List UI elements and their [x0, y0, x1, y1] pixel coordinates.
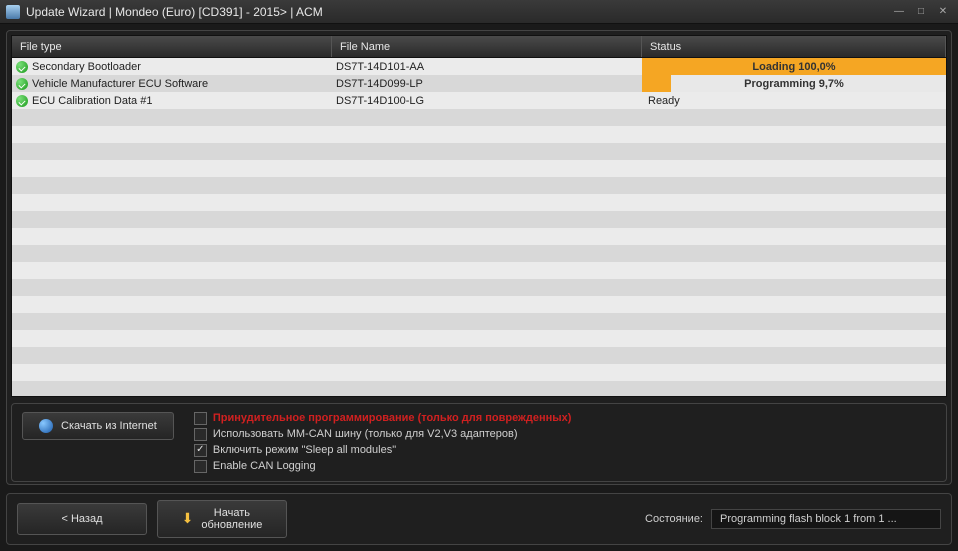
- start-update-line2: обновление: [201, 519, 262, 531]
- cell-status: Loading 100,0%: [642, 58, 946, 75]
- cell-filename: DS7T-14D099-LP: [332, 75, 642, 92]
- start-update-line1: Начать: [214, 507, 250, 519]
- back-button-label: < Назад: [62, 513, 103, 525]
- cell-filetype: Secondary Bootloader: [12, 58, 332, 75]
- options-panel: Скачать из Internet Принудительное прогр…: [11, 403, 947, 482]
- window-title: Update Wizard | Mondeo (Euro) [CD391] - …: [26, 5, 890, 19]
- check-icon: [16, 78, 28, 90]
- check-icon: [16, 95, 28, 107]
- table-row[interactable]: ECU Calibration Data #1DS7T-14D100-LGRea…: [12, 92, 946, 109]
- option-row: Enable CAN Logging: [194, 460, 572, 473]
- cell-status: Programming 9,7%: [642, 75, 946, 92]
- header-status[interactable]: Status: [642, 36, 946, 57]
- titlebar: Update Wizard | Mondeo (Euro) [CD391] - …: [0, 0, 958, 24]
- cell-filetype: Vehicle Manufacturer ECU Software: [12, 75, 332, 92]
- option-label: Включить режим "Sleep all modules": [213, 444, 396, 456]
- download-internet-label: Скачать из Internet: [61, 420, 157, 432]
- option-row: Принудительное программирование (только …: [194, 412, 572, 425]
- start-update-button[interactable]: ⬇ Начать обновление: [157, 500, 287, 538]
- option-row: Использовать MM-CAN шину (только для V2,…: [194, 428, 572, 441]
- maximize-button[interactable]: □: [912, 5, 930, 19]
- cell-filename: DS7T-14D101-AA: [332, 58, 642, 75]
- cell-filetype: ECU Calibration Data #1: [12, 92, 332, 109]
- option-checkbox[interactable]: [194, 444, 207, 457]
- cell-filename: DS7T-14D100-LG: [332, 92, 642, 109]
- app-icon: [6, 5, 20, 19]
- option-label: Enable CAN Logging: [213, 460, 316, 472]
- cell-status: Ready: [642, 92, 946, 109]
- back-button[interactable]: < Назад: [17, 503, 147, 535]
- header-filetype[interactable]: File type: [12, 36, 332, 57]
- status-label: Состояние:: [645, 513, 703, 525]
- close-button[interactable]: ✕: [934, 5, 952, 19]
- option-row: Включить режим "Sleep all modules": [194, 444, 572, 457]
- check-icon: [16, 61, 28, 73]
- status-field: Programming flash block 1 from 1 ...: [711, 509, 941, 529]
- header-filename[interactable]: File Name: [332, 36, 642, 57]
- minimize-button[interactable]: —: [890, 5, 908, 19]
- footer-panel: < Назад ⬇ Начать обновление Состояние: P…: [6, 493, 952, 545]
- option-label: Использовать MM-CAN шину (только для V2,…: [213, 428, 518, 440]
- option-checkbox[interactable]: [194, 412, 207, 425]
- option-label: Принудительное программирование (только …: [213, 412, 572, 424]
- download-arrow-icon: ⬇: [182, 510, 194, 527]
- table-row[interactable]: Vehicle Manufacturer ECU SoftwareDS7T-14…: [12, 75, 946, 92]
- option-checkbox[interactable]: [194, 460, 207, 473]
- download-internet-button[interactable]: Скачать из Internet: [22, 412, 174, 440]
- globe-icon: [39, 419, 53, 433]
- file-table: File type File Name Status Secondary Boo…: [11, 35, 947, 397]
- table-row[interactable]: Secondary BootloaderDS7T-14D101-AALoadin…: [12, 58, 946, 75]
- option-checkbox[interactable]: [194, 428, 207, 441]
